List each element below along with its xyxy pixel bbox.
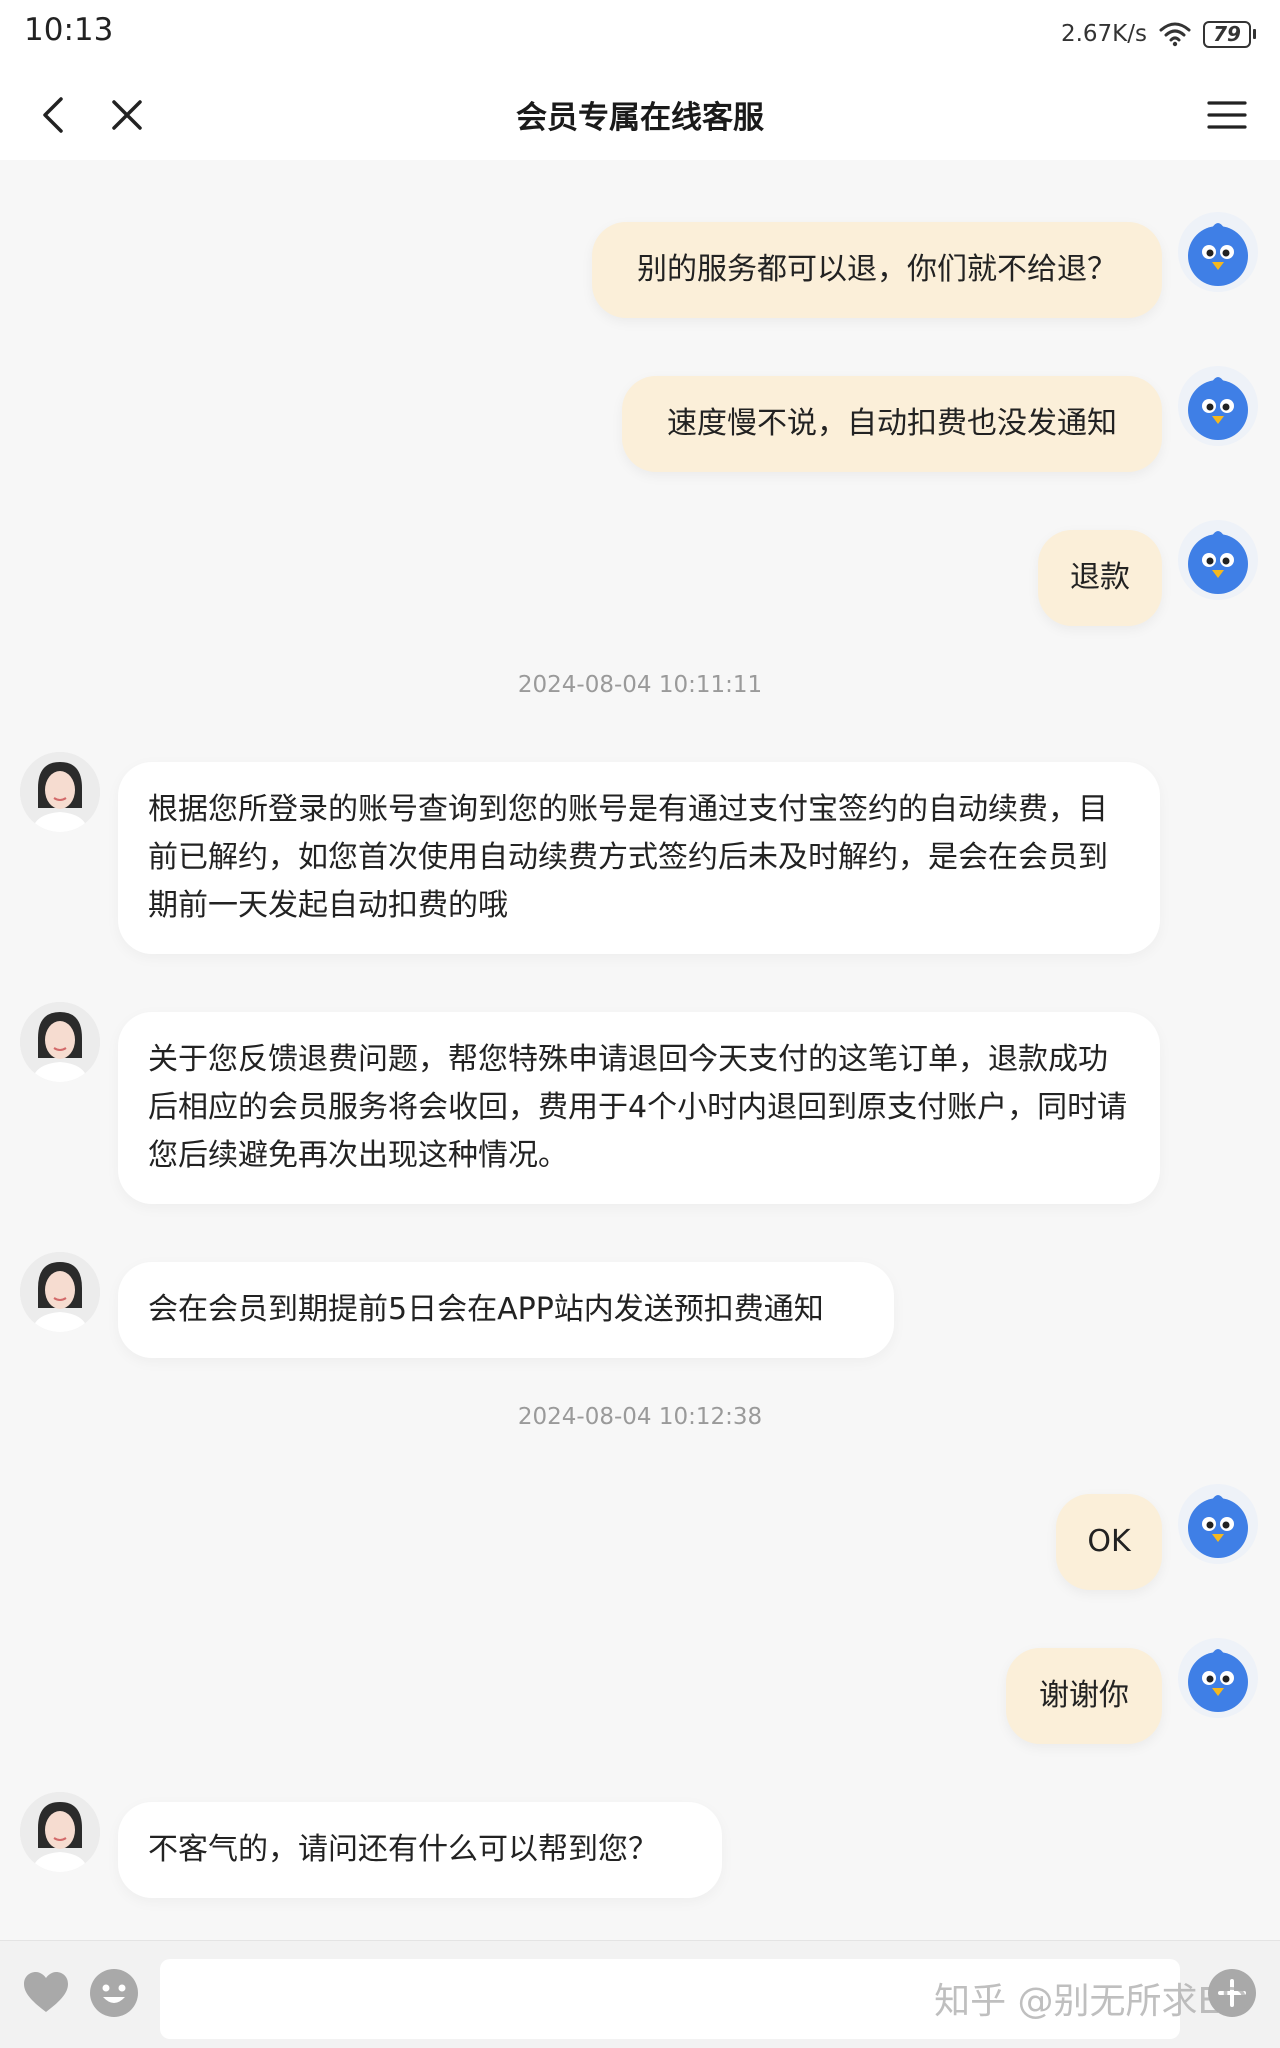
- agent-avatar[interactable]: [20, 752, 100, 832]
- net-speed: 2.67K/s: [1060, 21, 1147, 47]
- menu-button[interactable]: [1200, 88, 1254, 142]
- agent-bubble[interactable]: 关于您反馈退费问题，帮您特殊申请退回今天支付的这笔订单，退款成功后相应的会员服务…: [118, 1012, 1160, 1204]
- user-avatar[interactable]: [1178, 366, 1258, 446]
- wifi-icon: [1159, 22, 1191, 47]
- user-avatar[interactable]: [1178, 212, 1258, 292]
- user-bubble[interactable]: OK: [1056, 1494, 1162, 1590]
- status-bar: 10:13 2.67K/s 79: [0, 0, 1280, 70]
- page-title: 会员专属在线客服: [516, 100, 764, 136]
- bird-avatar-icon: [1188, 531, 1248, 594]
- agent-portrait-icon: [20, 752, 100, 832]
- user-bubble[interactable]: 谢谢你: [1006, 1648, 1162, 1744]
- bird-avatar-icon: [1188, 377, 1248, 440]
- agent-bubble[interactable]: 根据您所登录的账号查询到您的账号是有通过支付宝签约的自动续费，目前已解约，如您首…: [118, 762, 1160, 954]
- agent-avatar[interactable]: [20, 1252, 100, 1332]
- user-avatar[interactable]: [1178, 1638, 1258, 1718]
- watermark: 知乎 @别无所求ED: [934, 1981, 1248, 2022]
- agent-portrait-icon: [20, 1792, 100, 1872]
- user-bubble[interactable]: 别的服务都可以退，你们就不给退？: [592, 222, 1162, 318]
- menu-icon: [1207, 101, 1247, 129]
- agent-avatar[interactable]: [20, 1792, 100, 1872]
- user-bubble[interactable]: 速度慢不说，自动扣费也没发通知: [622, 376, 1162, 472]
- status-time: 10:13: [24, 12, 114, 48]
- chat-area[interactable]: 别的服务都可以退，你们就不给退？ 速度慢不说，自动扣费也没发通知 退款 2024…: [0, 160, 1280, 1940]
- emoji-button[interactable]: [88, 1967, 140, 2019]
- bird-avatar-icon: [1188, 223, 1248, 286]
- heart-button[interactable]: [20, 1967, 72, 2019]
- agent-portrait-icon: [20, 1002, 100, 1082]
- timestamp: 2024-08-04 10:12:38: [517, 1404, 763, 1430]
- user-avatar[interactable]: [1178, 1484, 1258, 1564]
- emoji-icon: [90, 1969, 138, 2017]
- agent-bubble[interactable]: 不客气的，请问还有什么可以帮到您？: [118, 1802, 722, 1898]
- status-indicators: 2.67K/s 79: [1061, 16, 1256, 52]
- heart-icon: [24, 1972, 68, 2012]
- agent-bubble[interactable]: 会在会员到期提前5日会在APP站内发送预扣费通知: [118, 1262, 894, 1358]
- user-avatar[interactable]: [1178, 520, 1258, 600]
- user-bubble[interactable]: 退款: [1038, 530, 1162, 626]
- timestamp: 2024-08-04 10:11:11: [517, 672, 763, 698]
- battery-level: 79: [1203, 20, 1251, 48]
- nav-bar: 会员专属在线客服: [0, 70, 1280, 160]
- agent-portrait-icon: [20, 1252, 100, 1332]
- bird-avatar-icon: [1188, 1649, 1248, 1712]
- bird-avatar-icon: [1188, 1495, 1248, 1558]
- agent-avatar[interactable]: [20, 1002, 100, 1082]
- battery-icon: 79: [1203, 20, 1256, 48]
